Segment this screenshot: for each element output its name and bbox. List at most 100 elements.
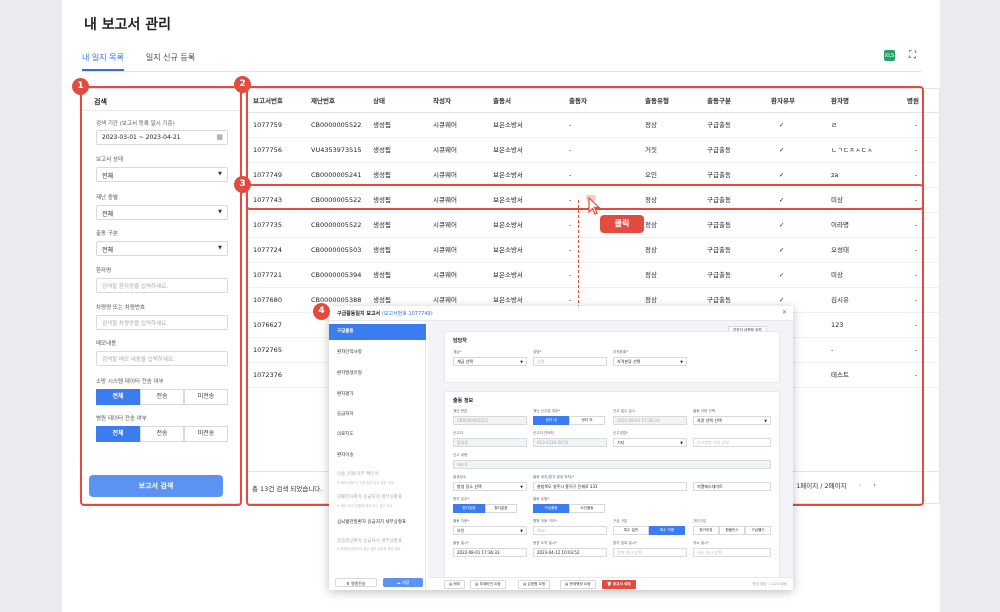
- patient-yes-option[interactable]: 환자있음: [453, 504, 485, 513]
- modal-nav-note: ※ 해당 내용 이 기재 되지 않은 경우 작성: [337, 481, 394, 485]
- field-label: 출동 차량 선택: [693, 409, 716, 413]
- ems-dispatch-option[interactable]: 구급출동: [533, 504, 569, 513]
- modal-nav-transport[interactable]: 환자이송: [329, 448, 426, 464]
- rank-label: 계급*: [453, 350, 462, 354]
- tab-my-report-list[interactable]: 내 일지 목록: [82, 44, 124, 71]
- modal-footer: ▤ 메모 ▤ 부재비번 요청 ▤ 감염병 요청 ▤ 현재행정 요청 🗑 보고서 …: [428, 577, 793, 590]
- center-toggle: 센터 내 센터 외: [533, 416, 605, 425]
- card-dispatch-info: 출동 정보 재난 번호 CB0000005522 재난 신고접 여부* 센터 내…: [444, 391, 780, 590]
- hospital-send-button[interactable]: ⬆ 병원전송: [335, 578, 377, 587]
- toolbar: XLS ⛶: [884, 50, 916, 61]
- dispatch-vehicle-value: 오인: [457, 528, 465, 533]
- admin-request-button[interactable]: ▤ 현재행정 요청: [560, 580, 596, 589]
- disaster-number-input: CB0000005522: [453, 416, 527, 425]
- chevron-down-icon: ▼: [680, 441, 683, 445]
- name-label: 성명*: [533, 350, 542, 354]
- field-label: 거리구분: [693, 519, 707, 523]
- modal-nav-occurrence[interactable]: 환자발생유형: [329, 366, 426, 382]
- field-label: 재난 신고접 여부*: [533, 409, 561, 413]
- annotation-box-search: [80, 86, 242, 506]
- modal-nav-patient-info[interactable]: 환자인적사항: [329, 345, 426, 361]
- save-label: 저장: [401, 580, 410, 585]
- center-in-option[interactable]: 센터 내: [533, 416, 569, 425]
- chevron-down-icon: ▼: [520, 485, 523, 489]
- modal-nav-dispatch[interactable]: 구급출동: [329, 324, 426, 340]
- card-assignee: 담당자 계급* 계급 선택 ▼ 성명* 성명 자격등록* 자격분류 선택 ▼: [444, 331, 780, 383]
- field-label: 귀소 일시*: [693, 541, 710, 545]
- absence-request-button[interactable]: ▤ 부재비번 요청: [470, 580, 506, 589]
- ems-class-toggle: 특수 일반 특수 직원: [613, 526, 685, 535]
- infection-request-button[interactable]: ▤ 감염병 요청: [518, 580, 551, 589]
- modal-nav-cerebro[interactable]: 심뇌혈관질환자 응급처치 세부상황표: [329, 515, 426, 531]
- field-label: 환자 접촉 일시*: [613, 541, 637, 545]
- report-method-detail-input[interactable]: 신고방법 기타 상세: [693, 438, 771, 447]
- dispatch-address-detail-input[interactable]: 지엘에스데이트: [693, 482, 771, 491]
- vehicle-value: 차량 선택 선택: [697, 418, 722, 423]
- infection-request-label: 감염병 요청: [527, 582, 546, 586]
- qualification-value: 자격분류 선택: [617, 359, 641, 364]
- hospital-send-label: 병원전송: [350, 581, 366, 586]
- annotation-badge-4: 4: [313, 303, 330, 320]
- rank-select[interactable]: 계급 선택 ▼: [453, 357, 527, 366]
- report-method-select[interactable]: 기타 ▼: [613, 438, 687, 447]
- location-type-select[interactable]: 발생 장소 선택 ▼: [453, 482, 527, 491]
- click-callout: 클릭: [600, 215, 644, 233]
- fullscreen-icon[interactable]: ⛶: [909, 50, 916, 61]
- field-label: 환자 유무*: [453, 497, 470, 501]
- modal-nav-first-aid[interactable]: 응급처치: [329, 407, 426, 423]
- modal-title: 구급활동일지 보고서: [337, 311, 381, 317]
- report-detail-modal: 구급활동일지 보고서 (보고서번호 1077749) ✕ 구급출동 환자인적사항…: [329, 306, 793, 590]
- delete-report-label: 보고서 삭제: [612, 582, 631, 586]
- close-icon[interactable]: ✕: [782, 309, 787, 316]
- report-content-input: 테스트: [453, 460, 771, 469]
- tab-bar: 내 일지 목록 일지 신규 등록: [82, 44, 217, 71]
- field-label: 신고 접수 일시: [613, 409, 636, 413]
- dist-option[interactable]: 원거리장: [693, 526, 719, 535]
- return-time-input[interactable]: 귀소 일시 입력: [693, 548, 771, 557]
- field-label: 발생장소: [453, 475, 467, 479]
- false-dispatch-option[interactable]: 오인출동: [569, 504, 605, 513]
- arrival-time-input[interactable]: 2023-04-12 10:03:52: [533, 548, 607, 557]
- memo-button[interactable]: ▤ 메모: [444, 580, 466, 589]
- page-title: 내 보고서 관리: [84, 17, 172, 33]
- field-label: 출동 위치(환자 발생 위치)*: [533, 475, 575, 479]
- field-label: 재난 번호: [453, 409, 468, 413]
- dispatch-address-input[interactable]: 충청북도 청주시 흥덕구 진재로 131: [533, 482, 687, 491]
- dispatch-time-input[interactable]: 2022-08-01 17:36:33: [453, 548, 527, 557]
- delete-report-button[interactable]: 🗑 보고서 삭제: [602, 580, 636, 589]
- reporter-input: 홍길동: [453, 438, 527, 447]
- field-label: 신고 내용: [453, 453, 468, 457]
- modal-nav-medical-guidance[interactable]: 의료지도: [329, 427, 426, 443]
- card-assignee-title: 담당자: [453, 338, 467, 344]
- excel-download-icon[interactable]: XLS: [884, 50, 895, 61]
- location-type-value: 발생 장소 선택: [457, 484, 482, 489]
- chevron-down-icon: ▼: [680, 360, 683, 364]
- memo-label: 메모: [453, 582, 461, 586]
- modal-nav-assessment[interactable]: 환자평가: [329, 387, 426, 403]
- dist-option[interactable]: 원불린스: [719, 526, 745, 535]
- tab-new-report[interactable]: 일지 신규 등록: [146, 44, 195, 71]
- center-out-option[interactable]: 센터 외: [569, 416, 605, 425]
- class-general-option[interactable]: 특수 일반: [613, 526, 649, 535]
- dispatch-vehicle-select[interactable]: 오인 ▼: [453, 526, 527, 535]
- vehicle-select[interactable]: 차량 선택 선택 ▼: [693, 416, 771, 425]
- admin-request-label: 현재행정 요청: [569, 582, 591, 586]
- field-label: 신고자: [453, 431, 463, 435]
- modal-nav-note: ※ 해당 조건 현황에 해당 하는 경우 작성: [337, 504, 393, 508]
- name-input[interactable]: 성명: [533, 357, 607, 366]
- mouse-cursor-icon: [586, 195, 600, 215]
- field-label: 출동 유형*: [533, 497, 550, 501]
- annotation-badge-3: 3: [234, 176, 251, 193]
- patient-presence-toggle: 환자있음 환자없음: [453, 504, 517, 513]
- annotation-box-row: [246, 184, 924, 210]
- distance-input[interactable]: 0km: [533, 526, 607, 535]
- patient-no-option[interactable]: 환자없음: [485, 504, 517, 513]
- modal-sidebar: 구급출동 환자인적사항 환자발생유형 환자평가 응급처치 의료지도 환자이송 이…: [329, 321, 426, 590]
- save-button[interactable]: ☁ 저장: [383, 578, 423, 587]
- contact-time-input[interactable]: 접촉 일시 입력: [613, 548, 687, 557]
- dist-option[interactable]: 구급헬기: [745, 526, 771, 535]
- field-label: 병원 이동 거리*: [533, 519, 557, 523]
- chevron-down-icon: ▼: [520, 529, 523, 533]
- class-staff-option[interactable]: 특수 직원: [649, 526, 685, 535]
- qualification-select[interactable]: 자격분류 선택 ▼: [613, 357, 687, 366]
